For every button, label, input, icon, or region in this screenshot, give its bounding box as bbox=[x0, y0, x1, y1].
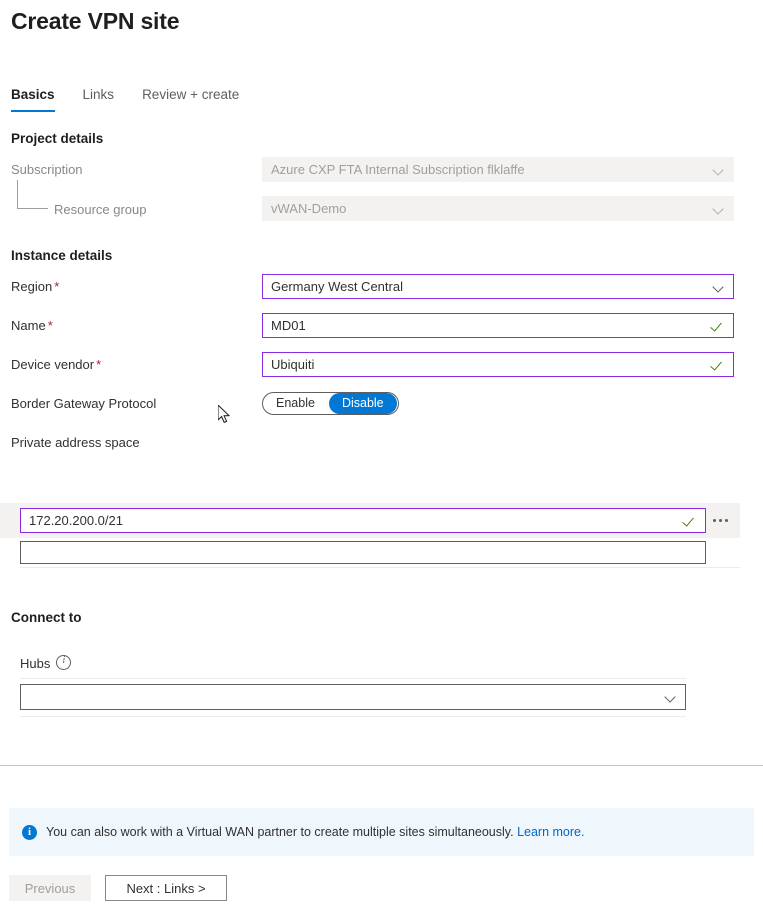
ellipsis-dot bbox=[712, 518, 716, 522]
connect-to-heading: Connect to bbox=[11, 610, 82, 625]
required-marker: * bbox=[54, 279, 60, 294]
chevron-down-icon bbox=[713, 281, 725, 293]
region-label-text: Region bbox=[11, 279, 53, 294]
valid-check-icon bbox=[683, 514, 697, 528]
region-value: Germany West Central bbox=[271, 279, 403, 294]
valid-check-icon bbox=[711, 358, 725, 372]
address-space-value-0: 172.20.200.0/21 bbox=[29, 513, 123, 528]
device-vendor-input[interactable]: Ubiquiti bbox=[262, 352, 734, 377]
ellipsis-dot bbox=[724, 518, 728, 522]
resource-group-select[interactable]: vWAN-Demo bbox=[262, 196, 734, 221]
private-address-space-label: Private address space bbox=[11, 435, 140, 450]
bgp-toggle-disable[interactable]: Disable bbox=[328, 393, 397, 414]
resource-group-tree-elbow bbox=[17, 180, 48, 209]
page-title: Create VPN site bbox=[11, 8, 180, 34]
bgp-label: Border Gateway Protocol bbox=[11, 396, 157, 411]
info-banner-text: You can also work with a Virtual WAN par… bbox=[46, 825, 584, 839]
device-vendor-value: Ubiquiti bbox=[271, 357, 315, 372]
tab-basics[interactable]: Basics bbox=[11, 86, 69, 112]
bgp-toggle-enable[interactable]: Enable bbox=[263, 393, 328, 414]
valid-check-icon bbox=[711, 319, 725, 333]
info-icon[interactable] bbox=[56, 654, 72, 670]
hubs-label-text: Hubs bbox=[20, 656, 51, 671]
footer-divider bbox=[0, 765, 763, 766]
hubs-divider-top bbox=[20, 678, 686, 679]
chevron-down-icon bbox=[665, 691, 677, 703]
previous-button[interactable]: Previous bbox=[9, 875, 91, 901]
subscription-select[interactable]: Azure CXP FTA Internal Subscription flkl… bbox=[262, 157, 734, 182]
name-label: Name * bbox=[11, 318, 53, 334]
device-vendor-label: Device vendor * bbox=[11, 357, 101, 373]
tab-links[interactable]: Links bbox=[83, 86, 129, 112]
tab-strip: Basics Links Review + create bbox=[11, 86, 267, 112]
chevron-down-icon bbox=[713, 164, 725, 176]
device-vendor-label-text: Device vendor bbox=[11, 357, 95, 372]
region-select[interactable]: Germany West Central bbox=[262, 274, 734, 299]
subscription-label: Subscription bbox=[11, 162, 83, 177]
hubs-divider-bottom bbox=[20, 716, 686, 717]
name-value: MD01 bbox=[271, 318, 306, 333]
info-icon bbox=[22, 824, 37, 840]
address-space-input-0[interactable]: 172.20.200.0/21 bbox=[20, 508, 706, 533]
chevron-down-icon bbox=[713, 203, 725, 215]
ellipsis-dot bbox=[718, 518, 722, 522]
resource-group-value: vWAN-Demo bbox=[271, 201, 347, 216]
instance-details-heading: Instance details bbox=[11, 248, 113, 263]
address-space-more-button[interactable] bbox=[709, 510, 731, 530]
required-marker: * bbox=[47, 318, 53, 333]
name-input[interactable]: MD01 bbox=[262, 313, 734, 338]
name-label-text: Name bbox=[11, 318, 46, 333]
required-marker: * bbox=[96, 357, 102, 372]
learn-more-link[interactable]: Learn more. bbox=[517, 825, 584, 839]
subscription-value: Azure CXP FTA Internal Subscription flkl… bbox=[271, 162, 525, 177]
hubs-select[interactable] bbox=[20, 684, 686, 710]
next-links-button[interactable]: Next : Links > bbox=[105, 875, 227, 901]
info-banner: You can also work with a Virtual WAN par… bbox=[9, 808, 754, 856]
tab-review-create[interactable]: Review + create bbox=[142, 86, 253, 112]
resource-group-label: Resource group bbox=[54, 202, 147, 217]
address-space-input-1[interactable] bbox=[20, 541, 706, 564]
mouse-cursor bbox=[218, 405, 231, 424]
bgp-toggle[interactable]: Enable Disable bbox=[262, 392, 399, 415]
address-space-divider bbox=[20, 567, 740, 568]
project-details-heading: Project details bbox=[11, 131, 104, 146]
region-label: Region * bbox=[11, 279, 59, 295]
info-banner-message: You can also work with a Virtual WAN par… bbox=[46, 825, 514, 839]
hubs-label: Hubs bbox=[20, 654, 72, 672]
